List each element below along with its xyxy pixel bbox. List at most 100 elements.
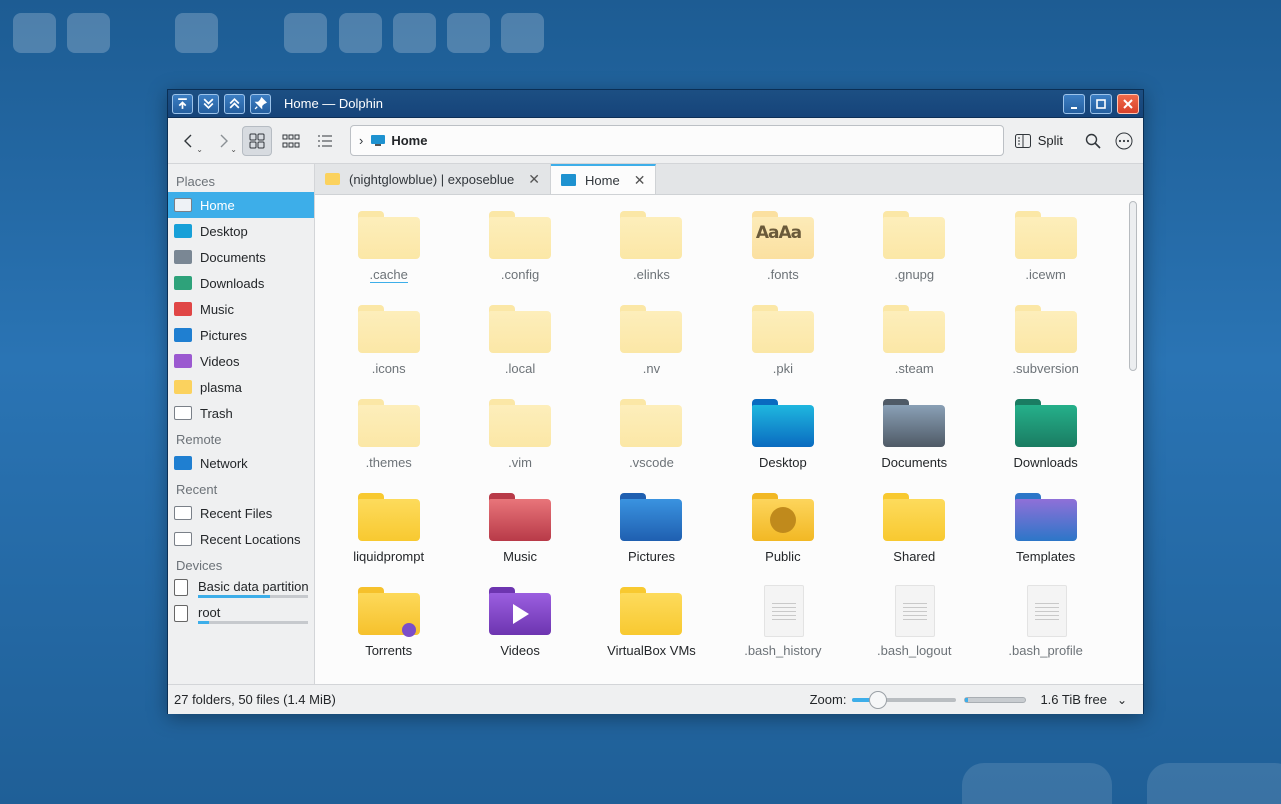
file-item-gnupg[interactable]: .gnupg (849, 209, 980, 303)
file-name: Torrents (365, 643, 413, 658)
sidebar-item-plasma[interactable]: plasma (168, 374, 314, 400)
sidebar-device-root[interactable]: root (168, 602, 314, 628)
close-tab-icon[interactable]: ✕ (528, 171, 540, 188)
file-item-steam[interactable]: .steam (849, 303, 980, 397)
file-item-desktop[interactable]: Desktop (717, 397, 848, 491)
sidebar-item-label: Trash (200, 405, 233, 421)
section-title-recent: Recent (176, 482, 218, 497)
file-item-bash-history[interactable]: .bash_history (717, 585, 848, 679)
forward-arrow-icon (220, 134, 228, 147)
file-item-pictures[interactable]: Pictures (586, 491, 717, 585)
file-item-nv[interactable]: .nv (586, 303, 717, 397)
free-space-label[interactable]: 1.6 TiB free (1040, 692, 1106, 707)
tab-nightglowblue-exposeblue[interactable]: (nightglowblue) | exposeblue ✕ (315, 164, 551, 194)
toolbar: ⌄ ⌄ › Home Split (168, 118, 1143, 164)
keep-below-button[interactable] (224, 93, 245, 114)
pin-button[interactable] (250, 93, 271, 114)
file-item-bash-profile[interactable]: .bash_profile (980, 585, 1111, 679)
file-item-templates[interactable]: Templates (980, 491, 1111, 585)
folder-light-icon (357, 209, 420, 261)
file-item-subversion[interactable]: .subversion (980, 303, 1111, 397)
file-name: Public (765, 549, 801, 564)
sidebar-item-videos[interactable]: Videos (168, 348, 314, 374)
sidebar-item-desktop[interactable]: Desktop (168, 218, 314, 244)
file-item-virtualbox-vms[interactable]: VirtualBox VMs (586, 585, 717, 679)
location-bar[interactable]: › Home (350, 125, 1004, 156)
menu-button[interactable] (1111, 128, 1137, 154)
file-name: .fonts (766, 267, 799, 282)
forward-button[interactable]: ⌄ (208, 126, 238, 156)
file-item-cache[interactable]: .cache (323, 209, 454, 303)
file-item-fonts[interactable]: AaAa .fonts (717, 209, 848, 303)
file-item-music[interactable]: Music (454, 491, 585, 585)
section-title-remote: Remote (176, 432, 222, 447)
file-item-torrents[interactable]: Torrents (323, 585, 454, 679)
minimize-button[interactable] (1063, 93, 1085, 114)
sidebar-item-documents[interactable]: Documents (168, 244, 314, 270)
split-button[interactable]: Split (1014, 132, 1063, 150)
icons-view-button[interactable] (242, 125, 272, 156)
sidebar-item-pictures[interactable]: Pictures (168, 322, 314, 348)
vertical-scrollbar[interactable] (1129, 201, 1137, 371)
file-item-videos[interactable]: Videos (454, 585, 585, 679)
desktop-widget (393, 13, 436, 53)
file-item-themes[interactable]: .themes (323, 397, 454, 491)
sidebar-item-recent-files[interactable]: Recent Files (168, 500, 314, 526)
sidebar-item-label: Pictures (200, 327, 247, 343)
file-item-config[interactable]: .config (454, 209, 585, 303)
file-item-vscode[interactable]: .vscode (586, 397, 717, 491)
file-item-liquidprompt[interactable]: liquidprompt (323, 491, 454, 585)
chevron-down-icon[interactable]: ⌄ (1117, 693, 1127, 707)
breadcrumb-home[interactable]: Home (391, 133, 427, 148)
sidebar-item-home[interactable]: Home (168, 192, 314, 218)
sidebar-item-recent-locations[interactable]: Recent Locations (168, 526, 314, 552)
monitor-icon (561, 174, 576, 186)
file-item-icons[interactable]: .icons (323, 303, 454, 397)
file-item-downloads[interactable]: Downloads (980, 397, 1111, 491)
tab-home[interactable]: Home ✕ (551, 164, 657, 194)
file-view[interactable]: .cache .config .elinks AaAa .fonts .gnupg .ice… (315, 195, 1143, 684)
sidebar-item-trash[interactable]: Trash (168, 400, 314, 426)
file-name: .vim (508, 455, 532, 470)
device-usage-bar (198, 595, 308, 598)
shade-button[interactable] (198, 93, 219, 114)
close-button[interactable] (1117, 93, 1139, 114)
sidebar-item-network[interactable]: Network (168, 450, 314, 476)
desktop-widget (1147, 763, 1281, 804)
sidebar-item-music[interactable]: Music (168, 296, 314, 322)
file-item-pki[interactable]: .pki (717, 303, 848, 397)
file-item-elinks[interactable]: .elinks (586, 209, 717, 303)
file-item-bash-logout[interactable]: .bash_logout (849, 585, 980, 679)
details-view-button[interactable] (310, 126, 340, 156)
folder-downloads-icon (1014, 397, 1077, 449)
keep-above-icon (178, 98, 187, 109)
file-name: .steam (894, 361, 934, 376)
tab-label: (nightglowblue) | exposeblue (349, 171, 515, 187)
file-item-shared[interactable]: Shared (849, 491, 980, 585)
folder-light-icon (357, 397, 420, 449)
back-button[interactable]: ⌄ (174, 126, 204, 156)
file-item-local[interactable]: .local (454, 303, 585, 397)
zoom-slider-handle[interactable] (869, 690, 888, 709)
file-item-vim[interactable]: .vim (454, 397, 585, 491)
disk-space-bar (964, 696, 1027, 703)
zoom-slider[interactable] (852, 690, 957, 709)
downloads-icon (174, 276, 192, 290)
file-item-documents[interactable]: Documents (849, 397, 980, 491)
compact-view-button[interactable] (276, 126, 306, 156)
maximize-button[interactable] (1090, 93, 1112, 114)
keep-above-button[interactable] (172, 93, 193, 114)
folder-light-icon (620, 209, 683, 261)
list-view-icon (318, 135, 332, 146)
close-tab-icon[interactable]: ✕ (634, 172, 646, 189)
file-name: Shared (893, 549, 936, 564)
sidebar-item-downloads[interactable]: Downloads (168, 270, 314, 296)
file-item-public[interactable]: Public (717, 491, 848, 585)
search-button[interactable] (1080, 128, 1106, 154)
breadcrumb-chevron-icon[interactable]: › (359, 133, 363, 148)
file-name: .icons (371, 361, 406, 376)
sidebar-device-basic-data-partition[interactable]: Basic data partition (168, 576, 314, 602)
desktop-widget (501, 13, 544, 53)
file-item-icewm[interactable]: .icewm (980, 209, 1111, 303)
titlebar[interactable]: Home — Dolphin (168, 90, 1143, 118)
